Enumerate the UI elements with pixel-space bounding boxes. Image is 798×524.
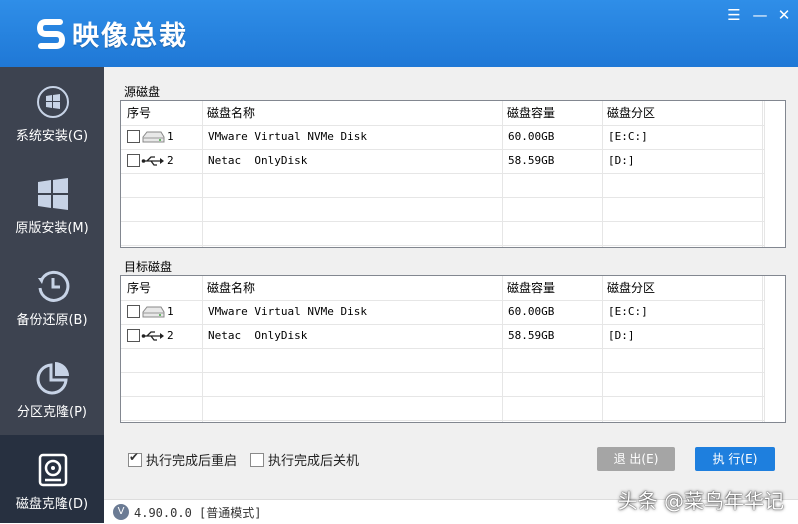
grid-line: [762, 101, 763, 247]
row-partitions: [E:C:]: [608, 305, 648, 318]
table-row-empty: [121, 396, 765, 421]
reboot-after-checkbox[interactable]: ✔ 执行完成后重启: [128, 450, 237, 469]
table-row-empty: [121, 221, 765, 246]
sidebar-item-system-install[interactable]: 系统安装(G): [0, 67, 104, 159]
usb-icon: [141, 156, 164, 166]
table-row-empty: [121, 197, 765, 222]
sidebar: 系统安装(G) 原版安装(M) 备份还原(B) 分区克隆(P) 磁盘克隆(D): [0, 67, 104, 523]
shutdown-after-checkbox[interactable]: 执行完成后关机: [250, 450, 359, 469]
row-checkbox[interactable]: [127, 154, 140, 167]
checkbox-box[interactable]: [250, 452, 264, 467]
row-capacity: 60.00GB: [508, 305, 555, 318]
source-disk-table[interactable]: 序号 磁盘名称 磁盘容量 磁盘分区 1 VMware Virtual NVMe …: [120, 100, 786, 248]
row-partitions: [D:]: [608, 329, 635, 342]
row-disk-name: VMware Virtual NVMe Disk: [208, 305, 367, 318]
app-logo: 映像总裁: [36, 14, 188, 53]
sidebar-item-label: 磁盘克隆(D): [15, 497, 89, 512]
row-partitions: [D:]: [608, 154, 635, 167]
sidebar-item-label: 分区克隆(P): [17, 405, 87, 420]
column-header-partitions[interactable]: 磁盘分区: [607, 276, 655, 300]
shutdown-after-label: 执行完成后关机: [268, 454, 360, 469]
column-header-index[interactable]: 序号: [127, 276, 151, 300]
version-badge: V: [113, 504, 129, 520]
app-title: 映像总裁: [72, 21, 188, 52]
table-row-empty: [121, 173, 765, 198]
hard-disk-icon: [142, 131, 165, 143]
sidebar-item-label: 系统安装(G): [15, 129, 89, 144]
grid-line: [762, 276, 763, 422]
table-row[interactable]: 2 Netac OnlyDisk 58.59GB [D:]: [121, 324, 765, 349]
row-index: 1: [167, 130, 174, 143]
table-header: 序号 磁盘名称 磁盘容量 磁盘分区: [121, 101, 765, 126]
row-checkbox[interactable]: [127, 305, 140, 318]
row-checkbox[interactable]: [127, 130, 140, 143]
table-row-empty: [121, 348, 765, 373]
row-capacity: 58.59GB: [508, 329, 555, 342]
sidebar-item-disk-clone[interactable]: 磁盘克隆(D): [0, 435, 104, 523]
logo-s-icon: [36, 18, 66, 49]
row-disk-name: VMware Virtual NVMe Disk: [208, 130, 367, 143]
grid-line: [202, 276, 203, 422]
source-disk-title: 源磁盘: [124, 85, 161, 99]
hard-disk-icon: [142, 306, 165, 318]
table-row[interactable]: 1 VMware Virtual NVMe Disk 60.00GB [E:C:…: [121, 300, 765, 325]
usb-icon: [141, 331, 164, 341]
title-bar: 映像总裁 ☰ — ✕: [0, 0, 798, 67]
column-header-index[interactable]: 序号: [127, 101, 151, 125]
column-header-capacity[interactable]: 磁盘容量: [507, 276, 555, 300]
grid-line: [502, 276, 503, 422]
column-header-partitions[interactable]: 磁盘分区: [607, 101, 655, 125]
minimize-icon[interactable]: —: [750, 6, 770, 24]
watermark: 头条 @菜鸟年华记: [617, 489, 784, 513]
sidebar-item-label: 备份还原(B): [16, 313, 88, 328]
checkbox-box[interactable]: ✔: [128, 449, 142, 467]
main-panel: 源磁盘 序号 磁盘名称 磁盘容量 磁盘分区 1 VMware Virtual N…: [104, 67, 798, 499]
row-index: 1: [167, 305, 174, 318]
sidebar-item-label: 原版安装(M): [15, 221, 89, 236]
windows-tiles-icon: [38, 178, 68, 210]
row-capacity: 60.00GB: [508, 130, 555, 143]
row-capacity: 58.59GB: [508, 154, 555, 167]
disk-clone-icon: [38, 453, 68, 487]
row-index: 2: [167, 154, 174, 167]
column-header-capacity[interactable]: 磁盘容量: [507, 101, 555, 125]
grid-line: [602, 101, 603, 247]
reboot-after-label: 执行完成后重启: [146, 454, 238, 469]
table-header: 序号 磁盘名称 磁盘容量 磁盘分区: [121, 276, 765, 301]
table-row[interactable]: 2 Netac OnlyDisk 58.59GB [D:]: [121, 149, 765, 174]
table-row[interactable]: 1 VMware Virtual NVMe Disk 60.00GB [E:C:…: [121, 125, 765, 150]
table-row-empty: [121, 372, 765, 397]
grid-line: [602, 276, 603, 422]
run-button[interactable]: 执 行(E): [695, 447, 775, 471]
grid-line: [202, 101, 203, 247]
check-mark-icon: ✔: [129, 449, 140, 464]
row-disk-name: Netac OnlyDisk: [208, 329, 308, 342]
column-header-name[interactable]: 磁盘名称: [207, 101, 255, 125]
exit-button[interactable]: 退 出(E): [597, 447, 675, 471]
pie-chart-icon: [36, 362, 69, 395]
windows-logo-icon: [37, 86, 69, 118]
version-text: 4.90.0.0 [普通模式]: [134, 506, 262, 520]
target-disk-title: 目标磁盘: [124, 260, 173, 274]
row-checkbox[interactable]: [127, 329, 140, 342]
clock-restore-icon: [38, 270, 70, 302]
row-partitions: [E:C:]: [608, 130, 648, 143]
menu-icon[interactable]: ☰: [724, 6, 744, 24]
sidebar-item-partition-clone[interactable]: 分区克隆(P): [0, 343, 104, 435]
target-disk-table[interactable]: 序号 磁盘名称 磁盘容量 磁盘分区 1 VMware Virtual NVMe …: [120, 275, 786, 423]
sidebar-item-backup-restore[interactable]: 备份还原(B): [0, 251, 104, 343]
close-icon[interactable]: ✕: [774, 6, 794, 24]
grid-line: [502, 101, 503, 247]
scrollbar[interactable]: [764, 101, 785, 247]
row-disk-name: Netac OnlyDisk: [208, 154, 308, 167]
scrollbar[interactable]: [764, 276, 785, 422]
sidebar-item-original-install[interactable]: 原版安装(M): [0, 159, 104, 251]
row-index: 2: [167, 329, 174, 342]
column-header-name[interactable]: 磁盘名称: [207, 276, 255, 300]
